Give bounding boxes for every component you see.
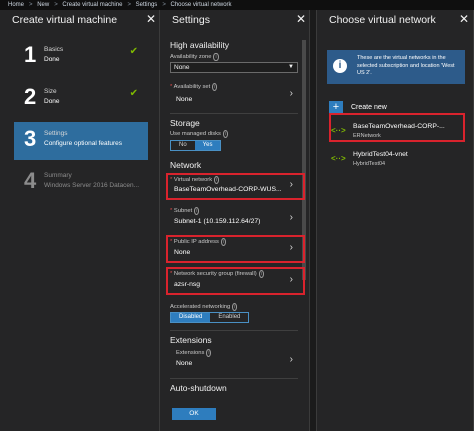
availability-set-label: * Availability set i: [170, 83, 218, 91]
toggle-disabled[interactable]: Disabled: [171, 313, 211, 322]
step-size[interactable]: 2 Size Done ✔: [14, 80, 148, 118]
section-storage: Storage: [170, 118, 200, 128]
info-banner: i These are the virtual networks in the …: [327, 50, 465, 84]
close-icon[interactable]: ✕: [146, 12, 156, 26]
checkmark-icon: ✔: [129, 88, 138, 99]
availability-zone-label: Availability zone i: [170, 53, 219, 61]
blade-title: Settings: [172, 14, 210, 26]
step-status: Done: [44, 98, 60, 105]
close-icon[interactable]: ✕: [459, 12, 469, 26]
step-number: 2: [24, 84, 37, 109]
ok-button[interactable]: OK: [172, 408, 216, 420]
breadcrumb-settings[interactable]: Settings: [136, 2, 158, 8]
highlight-box: [166, 235, 305, 263]
vnet-icon: <··>: [331, 154, 346, 163]
step-summary[interactable]: 4 Summary Windows Server 2016 Datacen...: [14, 164, 148, 202]
step-title: Settings: [44, 130, 68, 137]
chevron-right-icon[interactable]: ›: [290, 212, 293, 223]
availability-zone-value: None: [174, 64, 190, 71]
step-title: Size: [44, 88, 57, 95]
vnet-name: HybridTest04-vnet: [353, 151, 408, 158]
section-extensions: Extensions: [170, 335, 212, 345]
highlight-box: [329, 113, 465, 142]
info-text: These are the virtual networks in the se…: [357, 55, 455, 76]
extensions-value[interactable]: None: [176, 360, 192, 367]
step-status: Configure optional features: [44, 140, 123, 147]
chevron-down-icon: ▼: [288, 64, 294, 70]
breadcrumb-new[interactable]: New: [37, 2, 49, 8]
extensions-label: Extensions i: [176, 349, 212, 357]
vnet-resource-group: HybridTest04: [353, 161, 386, 167]
breadcrumb-create-vm[interactable]: Create virtual machine: [62, 2, 122, 8]
managed-disks-toggle[interactable]: No Yes: [170, 140, 222, 151]
highlight-box: [166, 267, 305, 295]
step-status: Done: [44, 56, 60, 63]
create-new-label: Create new: [351, 104, 387, 111]
step-settings[interactable]: 3 Settings Configure optional features: [14, 122, 148, 160]
close-icon[interactable]: ✕: [296, 12, 306, 26]
step-title: Basics: [44, 46, 64, 53]
managed-disks-label: Use managed disks i: [170, 130, 229, 138]
divider: [170, 378, 298, 379]
step-number: 4: [24, 168, 37, 193]
step-status: Windows Server 2016 Datacen...: [44, 182, 140, 189]
choose-vnet-blade: Choose virtual network ✕ i These are the…: [316, 10, 474, 431]
toggle-no[interactable]: No: [171, 141, 195, 150]
chevron-right-icon[interactable]: ›: [290, 354, 293, 365]
availability-set-value[interactable]: None: [176, 96, 192, 103]
section-high-availability: High availability: [170, 40, 230, 50]
subnet-label: * Subnet i: [170, 207, 200, 215]
availability-zone-select[interactable]: None ▼: [170, 62, 298, 73]
accelerated-networking-label: Accelerated networking i: [170, 303, 238, 311]
settings-blade: Settings ✕ High availability Availabilit…: [160, 10, 310, 431]
step-basics[interactable]: 1 Basics Done ✔: [14, 38, 148, 76]
section-auto-shutdown: Auto-shutdown: [170, 383, 227, 393]
divider: [170, 113, 298, 114]
breadcrumb: Home > New > Create virtual machine > Setti…: [0, 0, 474, 10]
blade-title: Choose virtual network: [329, 14, 436, 26]
section-network: Network: [170, 160, 202, 170]
blade-title: Create virtual machine: [12, 14, 118, 26]
checkmark-icon: ✔: [129, 46, 138, 57]
step-number: 3: [24, 126, 37, 151]
divider: [170, 330, 298, 331]
subnet-value[interactable]: Subnet-1 (10.159.112.64/27): [174, 218, 260, 225]
breadcrumb-home[interactable]: Home: [8, 2, 24, 8]
breadcrumb-choose-vnet[interactable]: Choose virtual network: [171, 2, 232, 8]
info-icon: i: [333, 59, 347, 73]
step-number: 1: [24, 42, 37, 67]
step-title: Summary: [44, 172, 72, 179]
chevron-right-icon[interactable]: ›: [290, 88, 293, 99]
accelerated-networking-toggle[interactable]: Disabled Enabled: [170, 312, 250, 323]
vnet-list-item[interactable]: <··> HybridTest04-vnet HybridTest04: [331, 148, 471, 172]
create-vm-blade: Create virtual machine ✕ 1 Basics Done ✔…: [0, 10, 160, 431]
toggle-enabled[interactable]: Enabled: [210, 313, 248, 322]
highlight-box: [166, 173, 305, 200]
toggle-yes[interactable]: Yes: [194, 141, 221, 150]
